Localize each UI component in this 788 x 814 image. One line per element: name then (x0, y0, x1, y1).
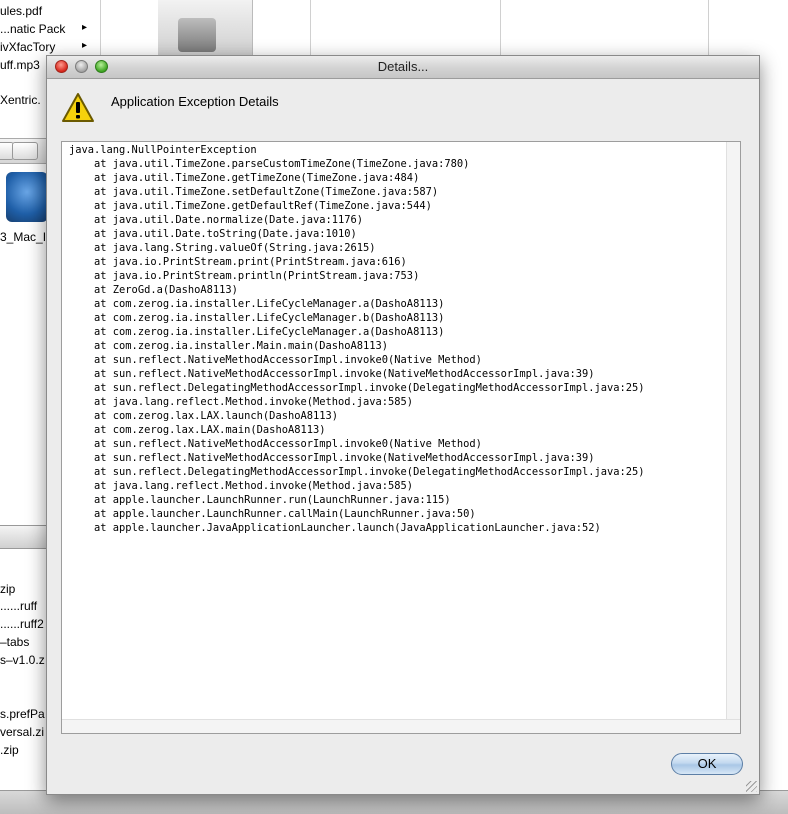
background-column-divider (310, 0, 311, 60)
background-file-item[interactable]: s.prefPa (0, 707, 45, 721)
stack-trace-line: at sun.reflect.NativeMethodAccessorImpl.… (94, 452, 595, 464)
stack-trace-line: at ZeroGd.a(DashoA8113) (94, 284, 238, 296)
details-dialog: Details... Application Exception Details… (46, 55, 760, 795)
background-file-item[interactable]: ules.pdf (0, 4, 42, 18)
installer-app-icon[interactable] (6, 172, 48, 222)
stack-trace-line: at com.zerog.ia.installer.Main.main(Dash… (94, 340, 389, 352)
disk-image-icon (178, 18, 216, 52)
exception-header: Application Exception Details (111, 94, 279, 109)
stack-trace-line: at java.lang.String.valueOf(String.java:… (94, 242, 376, 254)
stack-trace-line: at java.util.TimeZone.parseCustomTimeZon… (94, 158, 470, 170)
stack-trace-text: java.lang.NullPointerException at java.u… (69, 143, 645, 535)
stack-trace-line: at java.lang.reflect.Method.invoke(Metho… (94, 480, 414, 492)
background-file-item[interactable]: ivXfacTory ▸ (0, 40, 92, 54)
stack-trace-line: at sun.reflect.NativeMethodAccessorImpl.… (94, 438, 482, 450)
vertical-scrollbar[interactable] (726, 142, 740, 720)
dialog-titlebar[interactable]: Details... (47, 56, 759, 79)
background-file-item[interactable]: ...natic Pack ▸ (0, 22, 92, 36)
background-file-item[interactable]: zip (0, 582, 15, 596)
stack-trace-line: at com.zerog.ia.installer.LifeCycleManag… (94, 298, 445, 310)
ok-button[interactable]: OK (671, 753, 743, 775)
background-file-item[interactable]: s–v1.0.z (0, 653, 45, 667)
stack-trace-line: at apple.launcher.JavaApplicationLaunche… (94, 522, 601, 534)
dialog-title: Details... (377, 59, 429, 74)
installer-icon-label: 3_Mac_In (0, 230, 53, 244)
close-window-button[interactable] (55, 60, 68, 73)
background-file-item[interactable]: ......ruff (0, 599, 37, 613)
column-view-button[interactable] (12, 142, 38, 160)
stack-trace-line: at java.io.PrintStream.println(PrintStre… (94, 270, 420, 282)
stack-trace-line: java.lang.NullPointerException (69, 144, 257, 156)
stack-trace-line: at apple.launcher.LaunchRunner.run(Launc… (94, 494, 451, 506)
background-file-item[interactable]: ......ruff2 (0, 617, 44, 631)
background-file-item[interactable]: Xentric. (0, 93, 41, 107)
stack-trace-line: at java.util.TimeZone.setDefaultZone(Tim… (94, 186, 439, 198)
minimize-window-button[interactable] (75, 60, 88, 73)
background-column-divider (500, 0, 501, 60)
background-file-item[interactable]: .zip (0, 743, 19, 757)
stack-trace-line: at sun.reflect.NativeMethodAccessorImpl.… (94, 368, 595, 380)
disclosure-arrow-icon: ▸ (82, 22, 88, 33)
warning-triangle-icon (62, 93, 94, 122)
stack-trace-line: at apple.launcher.LaunchRunner.callMain(… (94, 508, 476, 520)
background-file-item[interactable]: uff.mp3 (0, 58, 40, 72)
disclosure-arrow-icon: ▸ (82, 40, 88, 51)
stack-trace-line: at sun.reflect.NativeMethodAccessorImpl.… (94, 354, 482, 366)
stack-trace-line: at com.zerog.lax.LAX.main(DashoA8113) (94, 424, 326, 436)
stack-trace-line: at java.util.Date.normalize(Date.java:11… (94, 214, 364, 226)
stack-trace-line: at com.zerog.lax.LAX.launch(DashoA8113) (94, 410, 338, 422)
zoom-window-button[interactable] (95, 60, 108, 73)
stack-trace-textarea[interactable]: java.lang.NullPointerException at java.u… (61, 141, 741, 734)
stack-trace-line: at java.lang.reflect.Method.invoke(Metho… (94, 396, 414, 408)
stack-trace-line: at com.zerog.ia.installer.LifeCycleManag… (94, 326, 445, 338)
stack-trace-line: at sun.reflect.DelegatingMethodAccessorI… (94, 466, 645, 478)
stack-trace-line: at java.util.TimeZone.getTimeZone(TimeZo… (94, 172, 420, 184)
stack-trace-line: at java.util.TimeZone.getDefaultRef(Time… (94, 200, 432, 212)
stack-trace-line: at sun.reflect.DelegatingMethodAccessorI… (94, 382, 645, 394)
stack-trace-line: at java.io.PrintStream.print(PrintStream… (94, 256, 407, 268)
stack-trace-line: at java.util.Date.toString(Date.java:101… (94, 228, 357, 240)
background-column-divider (100, 0, 101, 60)
stack-trace-line: at com.zerog.ia.installer.LifeCycleManag… (94, 312, 445, 324)
background-file-item[interactable]: –tabs (0, 635, 29, 649)
horizontal-scrollbar[interactable] (62, 719, 740, 733)
resize-grip-icon[interactable] (746, 781, 757, 792)
background-disk-preview (158, 0, 253, 56)
background-file-item[interactable]: versal.zi (0, 725, 44, 739)
background-column-divider (708, 0, 709, 60)
